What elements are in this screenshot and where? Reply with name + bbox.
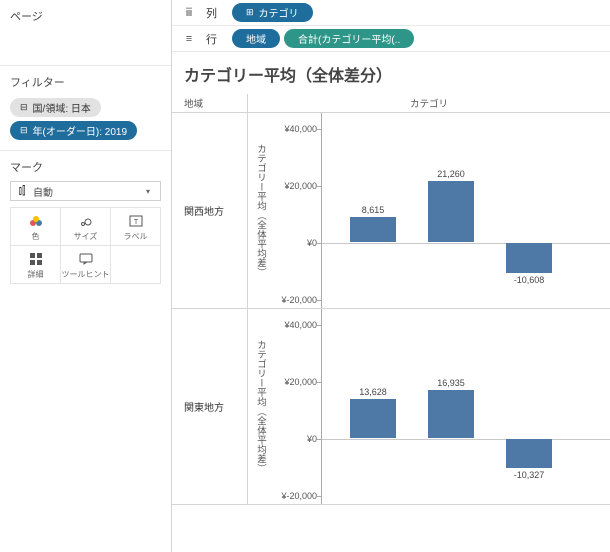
zero-line [322,439,610,440]
marks-shelf-label: マーク [10,159,161,175]
columns-pill-category[interactable]: ⊞ カテゴリ [232,3,313,22]
chart-title: カテゴリー平均（全体差分） [172,52,610,94]
bar[interactable] [350,399,396,438]
bar-label: -10,608 [500,275,558,285]
plot-area[interactable]: 8,615 21,260 -10,608 [322,113,610,308]
mark-type-selector[interactable]: ⫾⫿ 自動 ▾ [10,181,161,201]
mark-cell-label: 色 [11,231,60,242]
filter-pill-year[interactable]: ⊟ 年(オーダー日): 2019 [10,121,137,140]
pill-label: 合計(カテゴリー平均(.. [298,31,400,46]
mark-empty-cell [111,246,161,284]
y-axis-ticks: ¥40,000 ¥20,000 ¥0 ¥-20,000 [272,113,322,308]
mark-size-button[interactable]: サイズ [61,208,111,246]
filters-shelf-label: フィルター [10,74,161,90]
chevron-down-icon: ▾ [146,187,160,196]
bar-label: 8,615 [344,205,402,215]
label-icon: T [111,213,160,229]
mark-detail-button[interactable]: 詳細 [11,246,61,284]
header-region: 地域 [172,94,248,112]
calendar-icon: ⊟ [20,125,28,136]
header-category: カテゴリ [248,94,610,112]
bar[interactable] [506,439,552,468]
color-icon [11,213,60,229]
filter-pill-label: 国/領域: 日本 [33,100,91,115]
mark-cell-label: 詳細 [11,269,60,280]
detail-icon [11,251,60,267]
columns-icon: ⅲ [180,6,198,19]
filter-icon: ⊟ [20,102,28,113]
zero-line [322,243,610,244]
y-axis-ticks: ¥40,000 ¥20,000 ¥0 ¥-20,000 [272,309,322,504]
filter-pill-label: 年(オーダー日): 2019 [33,123,127,138]
mark-type-label: 自動 [33,184,146,199]
y-axis-title: カテゴリー平均（全体平均差） [248,113,272,308]
bar[interactable] [428,181,474,242]
mark-color-button[interactable]: 色 [11,208,61,246]
pages-shelf-label: ページ [10,8,161,24]
svg-text:T: T [133,219,138,226]
size-icon [61,213,110,229]
bar-label: 13,628 [344,387,402,397]
mark-cell-label: ツールヒント [61,269,110,280]
plot-area[interactable]: 13,628 16,935 -10,327 [322,309,610,504]
bar-chart-icon: ⫾⫿ [11,185,33,198]
filter-pill-country[interactable]: ⊟ 国/領域: 日本 [10,98,101,117]
visualization-area[interactable]: カテゴリー平均（全体差分） 地域 カテゴリ 関西地方 カテゴリー平均（全体平均差… [172,52,610,552]
bar-label: 16,935 [422,378,480,388]
rows-shelf[interactable]: ≡ 行 地域 合計(カテゴリー平均(.. [172,26,610,52]
tooltip-icon [61,251,110,267]
dimension-icon: ⊞ [246,7,254,18]
columns-shelf-label: 列 [206,5,224,21]
bar-label: -10,327 [500,470,558,480]
y-axis-title: カテゴリー平均（全体平均差） [248,309,272,504]
row-label[interactable]: 関東地方 [172,309,248,504]
pill-label: 地域 [246,31,266,46]
rows-icon: ≡ [180,33,198,45]
row-label[interactable]: 関西地方 [172,113,248,308]
mark-label-button[interactable]: T ラベル [111,208,161,246]
bar[interactable] [350,217,396,242]
bar[interactable] [428,390,474,438]
chart-row: 関東地方 カテゴリー平均（全体平均差） ¥40,000 ¥20,000 ¥0 ¥… [172,309,610,505]
rows-pill-measure[interactable]: 合計(カテゴリー平均(.. [284,29,414,48]
rows-shelf-label: 行 [206,31,224,47]
pill-label: カテゴリ [259,5,299,20]
mark-cell-label: サイズ [61,231,110,242]
bar[interactable] [506,243,552,273]
mark-cell-label: ラベル [111,231,160,242]
mark-tooltip-button[interactable]: ツールヒント [61,246,111,284]
rows-pill-region[interactable]: 地域 [232,29,280,48]
bar-label: 21,260 [422,169,480,179]
chart-row: 関西地方 カテゴリー平均（全体平均差） ¥40,000 ¥20,000 ¥0 ¥… [172,113,610,309]
columns-shelf[interactable]: ⅲ 列 ⊞ カテゴリ [172,0,610,26]
